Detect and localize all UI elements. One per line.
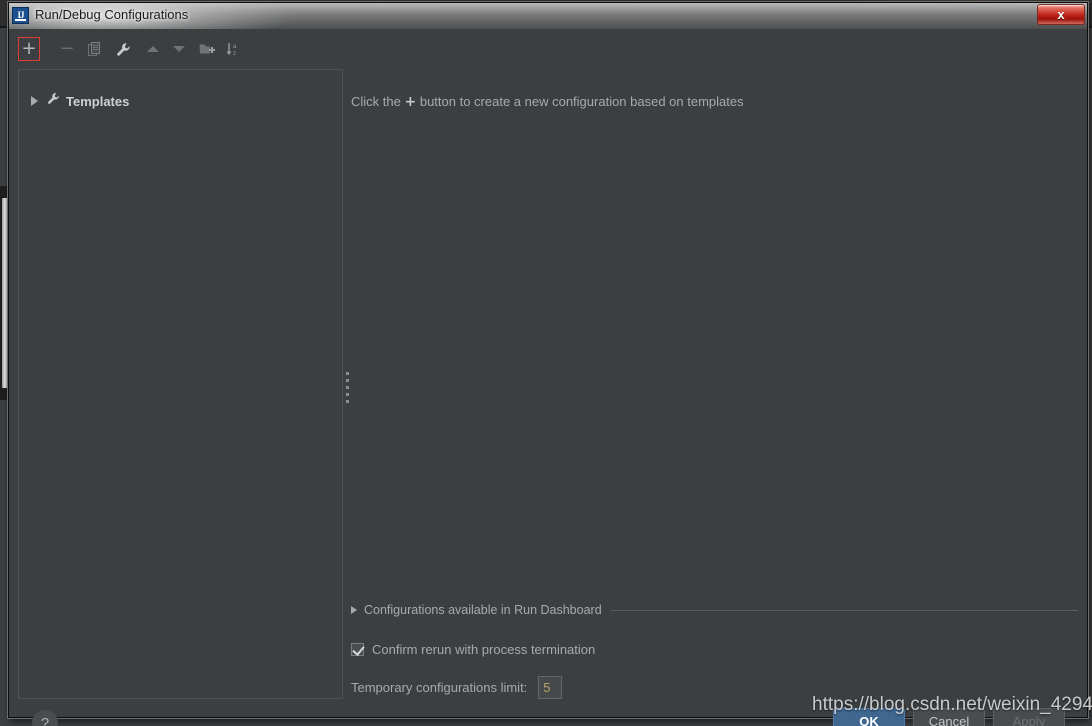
sort-az-icon: a z <box>226 42 237 57</box>
copy-configuration-button[interactable] <box>84 37 106 61</box>
confirm-rerun-checkbox[interactable] <box>351 643 364 656</box>
temporary-limit-input[interactable]: 5 <box>538 676 563 699</box>
folder-plus-icon <box>199 44 215 54</box>
confirm-rerun-label: Confirm rerun with process termination <box>372 642 596 657</box>
temporary-limit-row: Temporary configurations limit: 5 <box>351 676 563 699</box>
run-debug-configurations-dialog: IJ Run/Debug Configurations x + − a z Te… <box>8 2 1088 726</box>
temporary-limit-label: Temporary configurations limit: <box>351 680 528 695</box>
hint-suffix: button to create a new configuration bas… <box>419 94 744 109</box>
chevron-right-icon[interactable] <box>351 606 357 614</box>
chevron-right-icon[interactable] <box>31 96 38 106</box>
dialog-titlebar[interactable]: IJ Run/Debug Configurations x <box>9 3 1087 29</box>
arrow-up-icon <box>147 46 159 52</box>
configurations-toolbar: + − a z <box>18 37 348 63</box>
hint-prefix: Click the <box>351 94 401 109</box>
configuration-details-panel: Click the + button to create a new confi… <box>343 69 1078 699</box>
help-button[interactable]: ? <box>32 710 58 726</box>
cancel-button[interactable]: Cancel <box>913 708 985 726</box>
arrow-down-icon <box>173 46 185 52</box>
edit-templates-button[interactable] <box>112 37 134 61</box>
minus-icon: − <box>59 38 75 59</box>
move-up-button[interactable] <box>142 37 164 61</box>
ok-button[interactable]: OK <box>833 708 905 726</box>
question-mark-icon: ? <box>40 714 50 726</box>
dialog-title: Run/Debug Configurations <box>35 7 189 22</box>
wrench-icon <box>116 42 130 56</box>
configurations-tree-panel: Templates <box>18 69 343 699</box>
remove-configuration-button[interactable]: − <box>56 37 78 61</box>
sort-configurations-button[interactable]: a z <box>222 37 244 61</box>
plus-icon: + <box>21 38 37 59</box>
close-button[interactable]: x <box>1037 4 1085 25</box>
plus-icon: + <box>404 94 417 110</box>
apply-button[interactable]: Apply <box>993 708 1065 726</box>
screen: IJ Run/Debug Configurations x + − a z Te… <box>0 0 1092 726</box>
copy-icon <box>88 41 100 56</box>
close-icon: x <box>1057 7 1065 22</box>
intellij-idea-icon: IJ <box>12 7 29 24</box>
svg-text:a: a <box>233 44 237 50</box>
confirm-rerun-checkbox-row[interactable]: Confirm rerun with process termination <box>351 642 595 657</box>
move-down-button[interactable] <box>168 37 190 61</box>
tree-item-templates[interactable]: Templates <box>19 90 344 112</box>
wrench-icon <box>47 92 60 110</box>
svg-text:z: z <box>233 51 236 57</box>
create-folder-button[interactable] <box>196 37 218 61</box>
run-dashboard-label: Configurations available in Run Dashboar… <box>364 603 602 617</box>
dialog-body: + − a z Templates Click the + button to … <box>10 29 1086 726</box>
section-divider <box>610 609 1078 611</box>
empty-state-hint: Click the + button to create a new confi… <box>351 94 744 110</box>
add-configuration-button[interactable]: + <box>18 37 40 61</box>
run-dashboard-section-header[interactable]: Configurations available in Run Dashboar… <box>351 602 1078 618</box>
tree-item-label: Templates <box>66 93 130 109</box>
